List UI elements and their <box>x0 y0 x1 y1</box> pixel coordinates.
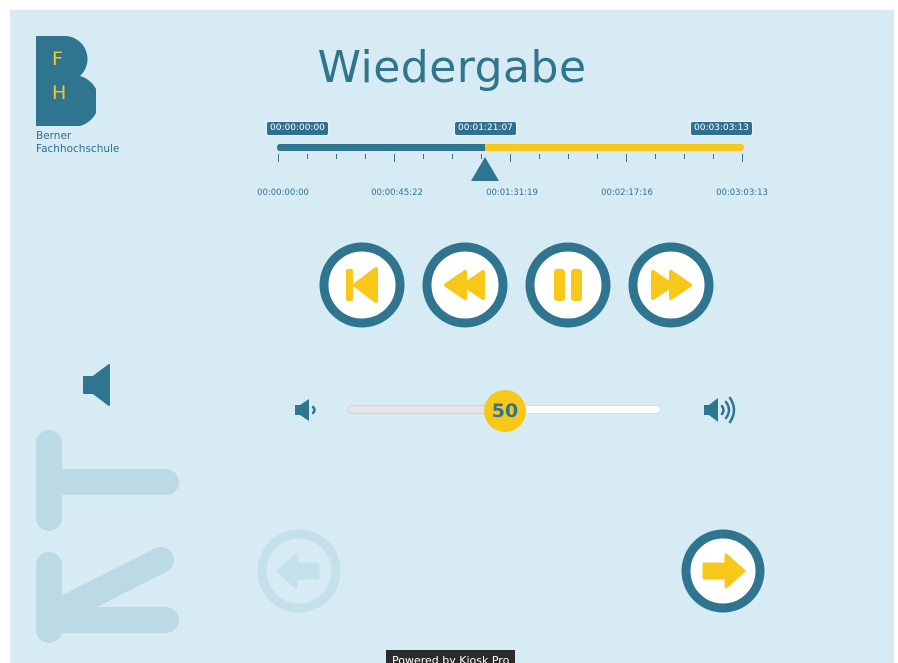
timeline-tick <box>452 154 453 159</box>
watermark-letters <box>36 430 186 654</box>
timeline-tick-label-1: 00:00:45:22 <box>371 188 423 198</box>
timeline-tick <box>307 154 308 159</box>
next-button[interactable] <box>680 528 766 618</box>
timeline-tick <box>394 154 395 162</box>
logo-caption-line2: Fachhochschule <box>36 143 120 155</box>
timeline-tick-label-2: 00:01:31:19 <box>486 188 538 198</box>
back-button[interactable] <box>256 528 342 618</box>
powered-by-label: Powered by Kiosk Pro <box>386 650 516 663</box>
page-title: Wiedergabe <box>317 42 587 93</box>
timeline-end-tag: 00:03:03:13 <box>690 121 753 136</box>
arrow-left-icon <box>257 529 341 613</box>
timeline-remaining-track[interactable] <box>485 144 744 151</box>
pause-icon <box>525 242 611 328</box>
timeline-tick <box>655 154 656 159</box>
timeline-tick <box>742 154 743 162</box>
speaker-icon[interactable] <box>82 364 112 410</box>
timeline-tick-label-0: 00:00:00:00 <box>257 188 309 198</box>
timeline-tick <box>336 154 337 159</box>
timeline-tick-label-4: 00:03:03:13 <box>716 188 768 198</box>
volume-high-icon[interactable] <box>703 395 739 429</box>
fast-forward-icon <box>628 242 714 328</box>
timeline-tick <box>597 154 598 159</box>
timeline-tick <box>423 154 424 159</box>
timeline-played-track[interactable] <box>277 144 485 151</box>
timeline-tick <box>278 154 279 162</box>
timeline-tick <box>684 154 685 159</box>
timeline-tick-label-3: 00:02:17:16 <box>601 188 653 198</box>
timeline-playhead-icon[interactable] <box>470 157 500 187</box>
timeline-tick <box>365 154 366 159</box>
timeline-tick <box>568 154 569 159</box>
rewind-icon <box>422 242 508 328</box>
pause-button[interactable] <box>525 242 611 328</box>
volume-slider-knob[interactable]: 50 <box>484 390 526 432</box>
timeline-tick <box>539 154 540 159</box>
timeline-tick <box>626 154 627 162</box>
volume-slider-fill <box>347 405 505 414</box>
skip-back-icon <box>319 242 405 328</box>
timeline-current-tag: 00:01:21:07 <box>454 121 517 136</box>
arrow-right-icon <box>681 529 765 613</box>
timeline-tick <box>510 154 511 162</box>
kiosk-screen: F H Berner Fachhochschule Wiedergabe 00:… <box>10 10 894 663</box>
fast-forward-button[interactable] <box>628 242 714 328</box>
rewind-button[interactable] <box>422 242 508 328</box>
volume-low-icon[interactable] <box>294 398 322 426</box>
timeline-start-tag: 00:00:00:00 <box>266 121 329 136</box>
logo-caption: Berner Fachhochschule <box>36 130 119 156</box>
timeline-tick <box>713 154 714 159</box>
logo-caption-line1: Berner <box>36 130 72 142</box>
skip-to-start-button[interactable] <box>319 242 405 328</box>
